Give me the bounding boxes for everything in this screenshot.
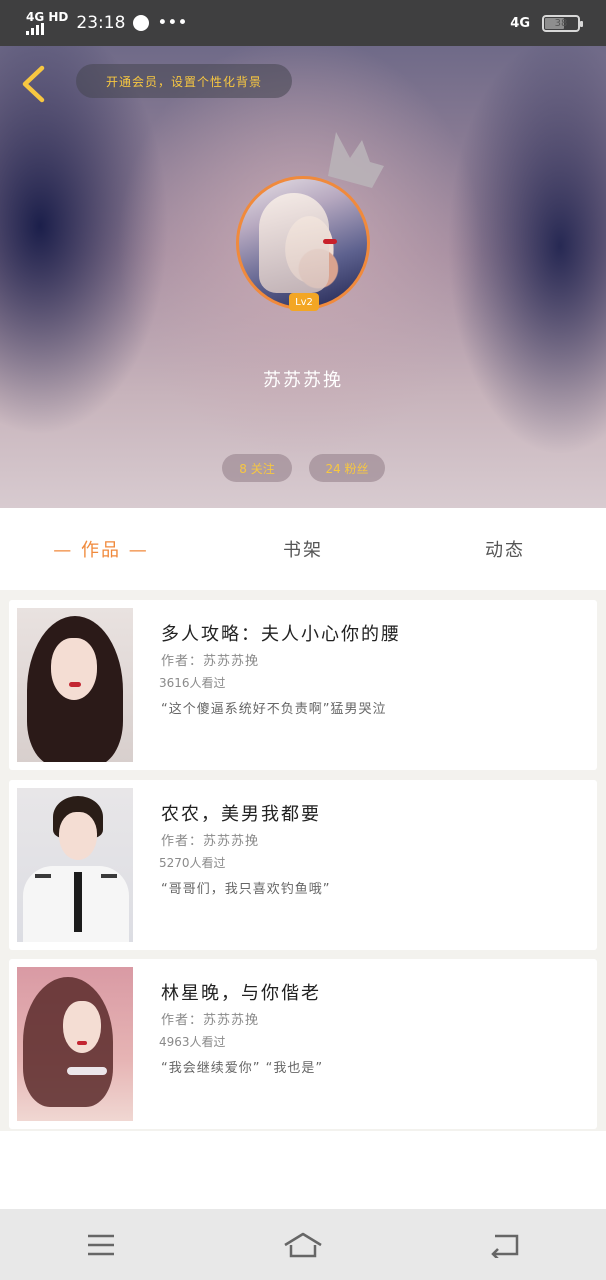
- menu-icon: [88, 1234, 114, 1255]
- book-views: 4963人看过: [159, 1035, 226, 1049]
- nav-home-button[interactable]: [273, 1220, 333, 1270]
- book-quote: “哥哥们，我只喜欢钓鱼哦”: [161, 882, 331, 897]
- tab-activity[interactable]: 动态: [404, 536, 606, 562]
- tab-bookshelf[interactable]: 书架: [202, 536, 404, 562]
- browser-icon: [133, 15, 150, 31]
- book-title: 多人攻略：夫人小心你的腰: [161, 624, 401, 645]
- book-quote: “这个傻逼系统好不负责啊”猛男哭泣: [161, 702, 387, 717]
- return-icon: [491, 1234, 519, 1258]
- network-indicator: 4G HD: [26, 11, 68, 35]
- book-author: 作者：苏苏苏挽: [161, 834, 260, 849]
- following-count-button[interactable]: 8 关注: [222, 454, 292, 482]
- book-author: 作者：苏苏苏挽: [161, 1013, 260, 1028]
- battery-icon: 38: [542, 14, 583, 32]
- book-cover-image: [17, 608, 133, 762]
- avatar[interactable]: [236, 176, 370, 310]
- book-cover-image: [17, 967, 133, 1121]
- nav-menu-button[interactable]: [71, 1220, 131, 1270]
- book-item[interactable]: 多人攻略：夫人小心你的腰 作者：苏苏苏挽 3616人看过 “这个傻逼系统好不负责…: [9, 600, 597, 770]
- book-cover-image: [17, 788, 133, 942]
- book-title: 农农，美男我都要: [161, 804, 321, 825]
- network-label: 4G HD: [26, 10, 69, 24]
- signal-icon: [26, 23, 44, 35]
- book-views: 3616人看过: [159, 676, 226, 690]
- book-quote: “我会继续爱你” “我也是”: [161, 1061, 324, 1076]
- back-button[interactable]: [16, 64, 50, 104]
- book-item[interactable]: 林星晚，与你偕老 作者：苏苏苏挽 4963人看过 “我会继续爱你” “我也是”: [9, 959, 597, 1129]
- book-item[interactable]: 农农，美男我都要 作者：苏苏苏挽 5270人看过 “哥哥们，我只喜欢钓鱼哦”: [9, 780, 597, 950]
- book-title: 林星晚，与你偕老: [161, 983, 321, 1004]
- nav-return-button[interactable]: [475, 1220, 535, 1270]
- system-nav-bar: [0, 1209, 606, 1280]
- tab-works[interactable]: — 作品 —: [0, 536, 202, 562]
- battery-level: 38: [554, 17, 568, 29]
- profile-header: 开通会员，设置个性化背景 Lv2 苏苏苏挽 8 关注 24 粉丝: [0, 46, 606, 508]
- status-left: 4G HD 23:18 •••: [26, 11, 187, 35]
- status-time: 23:18: [76, 13, 126, 33]
- profile-tabs: — 作品 — 书架 动态: [0, 508, 606, 590]
- level-badge: Lv2: [289, 293, 319, 311]
- book-author: 作者：苏苏苏挽: [161, 654, 260, 669]
- username: 苏苏苏挽: [263, 370, 343, 391]
- status-bar: 4G HD 23:18 ••• 4G 38: [0, 0, 606, 46]
- status-right: 4G 38: [510, 14, 583, 32]
- home-icon: [284, 1232, 322, 1257]
- fans-count-button[interactable]: 24 粉丝: [309, 454, 385, 482]
- network-right: 4G: [510, 15, 530, 31]
- more-dots: •••: [157, 13, 188, 33]
- vip-banner-button[interactable]: 开通会员，设置个性化背景: [76, 64, 292, 98]
- list-bottom-space: [0, 1131, 606, 1209]
- book-views: 5270人看过: [159, 856, 226, 870]
- chevron-left-icon: [22, 65, 45, 103]
